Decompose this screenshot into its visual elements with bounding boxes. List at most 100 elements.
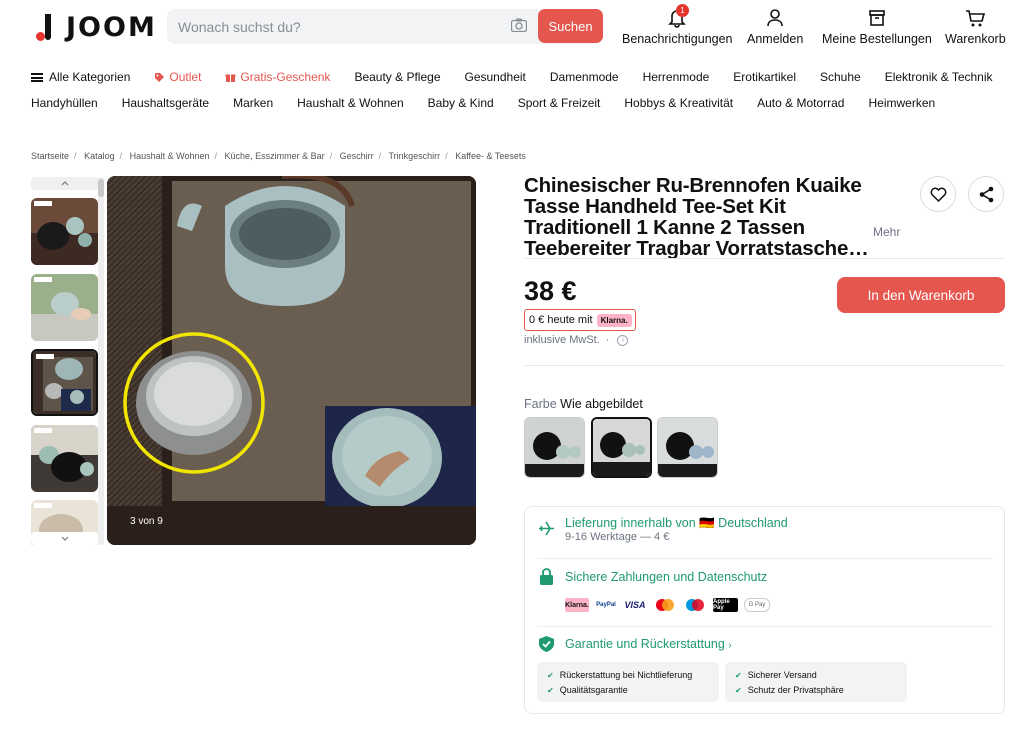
shipping-time-cost: 9-16 Werktage — 4 €	[565, 531, 670, 543]
thumbnail-2[interactable]	[31, 274, 98, 341]
guarantee-title: Garantie und Rückerstattung	[565, 637, 725, 651]
divider	[537, 626, 993, 627]
breadcrumb-link[interactable]: Küche, Esszimmer & Bar	[225, 151, 325, 161]
nav-appliances[interactable]: Haushaltsgeräte	[122, 96, 209, 110]
airplane-icon	[539, 521, 554, 536]
heart-icon	[930, 187, 946, 202]
shipping-title: Lieferung innerhalb von 🇩🇪 Deutschland	[565, 516, 788, 530]
camera-icon[interactable]	[511, 18, 527, 32]
nav-auto[interactable]: Auto & Motorrad	[757, 96, 844, 110]
thumbnail-image	[31, 425, 98, 492]
tag-icon	[155, 72, 165, 82]
color-value: Wie abgebildet	[560, 397, 643, 411]
wishlist-button[interactable]	[920, 176, 956, 212]
cart-label: Warenkorb	[945, 32, 1006, 46]
nav-home-living[interactable]: Haushalt & Wohnen	[297, 96, 404, 110]
title-more-link[interactable]: Mehr	[873, 225, 900, 239]
check-icon: ✔	[735, 686, 742, 695]
divider	[537, 558, 993, 559]
paypal-icon: PayPal	[596, 602, 616, 608]
nav-free-gift[interactable]: Gratis-Geschenk	[225, 70, 330, 84]
thumbnail-scrollbar[interactable]	[98, 177, 104, 545]
thumbnail-4[interactable]	[31, 425, 98, 492]
gift-icon	[225, 73, 236, 82]
notifications-button[interactable]: 1 Benachrichtigungen	[622, 4, 733, 46]
nav-baby-kids[interactable]: Baby & Kind	[428, 96, 494, 110]
nav-hobbies[interactable]: Hobbys & Kreativität	[624, 96, 733, 110]
breadcrumb: Startseite / Katalog / Haushalt & Wohnen / …	[31, 151, 526, 161]
chevron-up-icon	[61, 181, 69, 186]
cart-icon	[966, 10, 986, 27]
payment-methods: Klarna. PayPal VISA Apple Pay G Pay	[565, 598, 770, 612]
search-bar: Suchen	[167, 9, 603, 44]
box-icon	[869, 10, 885, 26]
guarantee-item: Schutz der Privatsphäre	[747, 685, 844, 695]
nav-phone-cases[interactable]: Handyhüllen	[31, 96, 98, 110]
main-product-image[interactable]	[107, 176, 476, 545]
guarantee-box-left: ✔ Rückerstattung bei Nichtlieferung ✔ Qual…	[537, 662, 719, 702]
orders-label: Meine Bestellungen	[822, 32, 932, 46]
check-icon: ✔	[547, 671, 554, 680]
nav-erotic[interactable]: Erotikartikel	[733, 70, 796, 84]
nav-womens-fashion[interactable]: Damenmode	[550, 70, 619, 84]
logo-text: JOOM	[66, 12, 157, 43]
category-nav-row-1: Alle Kategorien Outlet Gratis-Geschenk B…	[31, 70, 993, 84]
share-button[interactable]	[968, 176, 1004, 212]
apple-pay-icon: Apple Pay	[713, 598, 738, 612]
joom-logo[interactable]: JOOM	[36, 12, 157, 43]
guarantee-item: Qualitätsgarantie	[559, 685, 628, 695]
cart-button[interactable]: Warenkorb	[945, 8, 1006, 46]
add-to-cart-button[interactable]: In den Warenkorb	[837, 277, 1005, 313]
breadcrumb-link[interactable]: Startseite	[31, 151, 69, 161]
breadcrumb-link[interactable]: Haushalt & Wohnen	[130, 151, 210, 161]
image-counter: 3 von 9	[130, 516, 163, 527]
breadcrumb-link[interactable]: Katalog	[84, 151, 115, 161]
login-button[interactable]: Anmelden	[747, 8, 803, 46]
guarantee-link[interactable]: Garantie und Rückerstattung ›	[565, 637, 732, 651]
guarantee-item: Rückerstattung bei Nichtlieferung	[559, 670, 693, 680]
nav-diy[interactable]: Heimwerken	[868, 96, 935, 110]
nav-brands[interactable]: Marken	[233, 96, 273, 110]
nav-electronics[interactable]: Elektronik & Technik	[885, 70, 993, 84]
notifications-label: Benachrichtigungen	[622, 32, 733, 46]
payment-title: Sichere Zahlungen und Datenschutz	[565, 570, 768, 584]
thumbnail-image	[31, 274, 98, 341]
klarna-text: 0 € heute mit	[529, 314, 593, 326]
delivery-info-card: Lieferung innerhalb von 🇩🇪 Deutschland 9…	[524, 506, 1005, 714]
nav-mens-fashion[interactable]: Herrenmode	[643, 70, 710, 84]
chevron-right-icon: ›	[728, 640, 732, 651]
login-label: Anmelden	[747, 32, 804, 46]
thumbnail-1[interactable]	[31, 198, 98, 265]
nav-health[interactable]: Gesundheit	[465, 70, 526, 84]
color-variant-2-selected[interactable]	[591, 417, 652, 478]
divider	[524, 365, 1005, 366]
thumbnail-image	[31, 198, 98, 265]
vat-separator: ·	[605, 334, 610, 346]
vat-text: inklusive MwSt.	[524, 334, 600, 346]
color-variant-3[interactable]	[657, 417, 718, 478]
search-input[interactable]	[167, 9, 507, 44]
nav-outlet[interactable]: Outlet	[154, 70, 201, 84]
nav-all-categories[interactable]: Alle Kategorien	[31, 70, 130, 84]
nav-sport-leisure[interactable]: Sport & Freizeit	[518, 96, 601, 110]
breadcrumb-link[interactable]: Geschirr	[340, 151, 374, 161]
thumbnail-scroll-down-button[interactable]	[31, 532, 99, 545]
product-price: 38 €	[524, 276, 577, 306]
info-icon[interactable]: i	[617, 334, 629, 346]
orders-button[interactable]: Meine Bestellungen	[822, 8, 932, 46]
nav-shoes[interactable]: Schuhe	[820, 70, 861, 84]
check-icon: ✔	[547, 686, 554, 695]
color-variant-1[interactable]	[524, 417, 585, 478]
menu-icon	[31, 72, 43, 82]
thumbnail-image	[33, 351, 96, 414]
logo-mark	[36, 13, 58, 42]
breadcrumb-link[interactable]: Trinkgeschirr	[388, 151, 440, 161]
nav-beauty[interactable]: Beauty & Pflege	[354, 70, 440, 84]
check-icon: ✔	[735, 671, 742, 680]
variant-image	[525, 418, 584, 477]
thumbnail-3-selected[interactable]	[31, 349, 98, 416]
search-button[interactable]: Suchen	[538, 9, 603, 43]
klarna-badge[interactable]: 0 € heute mit Klarna.	[524, 309, 636, 331]
breadcrumb-link[interactable]: Kaffee- & Teesets	[455, 151, 526, 161]
thumbnail-scroll-up-button[interactable]	[31, 177, 99, 190]
